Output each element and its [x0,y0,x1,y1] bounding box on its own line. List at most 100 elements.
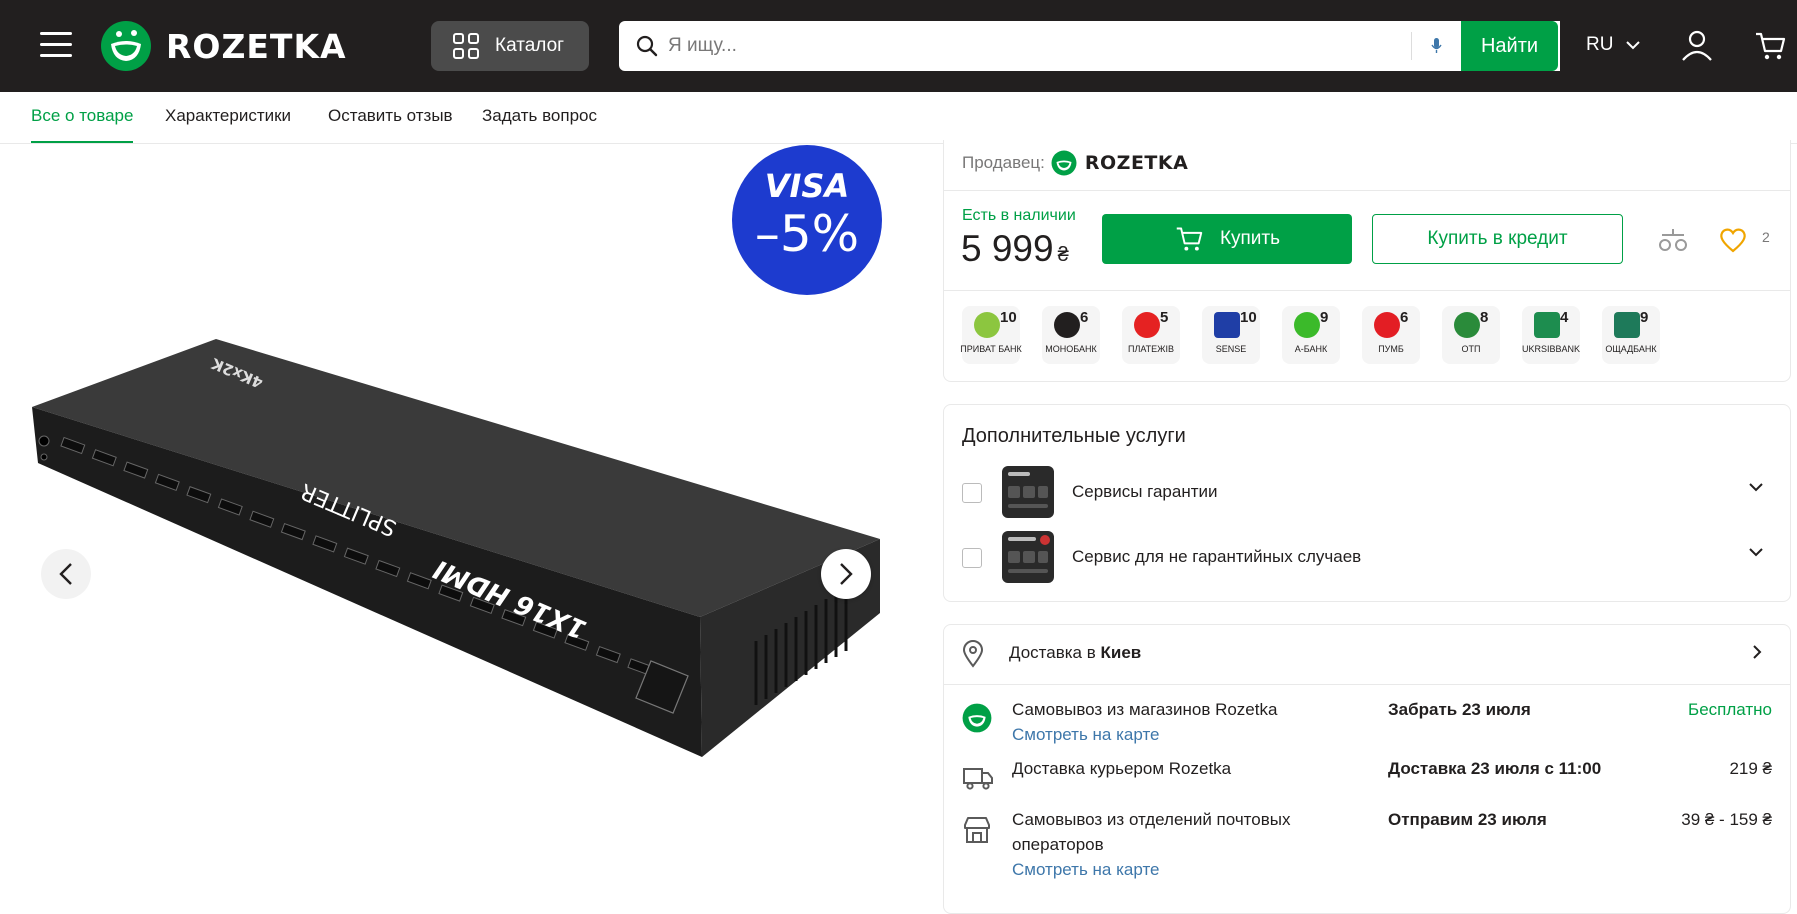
delivery-option-name: Самовывоз из магазинов Rozetka Смотреть … [1012,697,1322,747]
view-on-map-link[interactable]: Смотреть на карте [1012,857,1322,882]
delivery-city-selector[interactable]: Доставка в Киев [962,638,1772,672]
bank-name: ОЩАДБАНК [1605,344,1657,354]
delivery-city-text: Доставка в Киев [1009,643,1141,663]
bank-tile[interactable]: 5 ПЛАТЕЖІВ [1122,306,1180,364]
cart-icon[interactable] [1754,30,1786,62]
delivery-option-cost: 219 ₴ [1729,759,1772,778]
delivery-city: Киев [1100,643,1142,662]
service-row[interactable]: Сервис для не гарантийных случаев [962,531,1772,583]
service-row[interactable]: Сервисы гарантии [962,466,1772,518]
seller-label: Продавец: [962,153,1045,172]
tab-all-about[interactable]: Все о товаре [31,106,134,143]
delivery-option-title: Доставка курьером Rozetka [1012,759,1232,778]
compare-scales-icon[interactable] [1657,226,1689,254]
chevron-down-icon [1626,41,1641,50]
price-value: 5 999 [961,228,1054,269]
top-header: ROZETKA Каталог Найти RU [0,0,1797,92]
installment-banks-list: 10 ПРИВАТ БАНК 6 МОНОБАНК 5 ПЛАТЕЖІВ 10 SENSE 9 А… [960,306,1682,364]
menu-burger-icon[interactable] [40,32,72,58]
bank-name: SENSE [1215,344,1247,354]
oschadbank-icon [1614,312,1640,338]
delivery-option-date: Забрать 23 июля [1388,700,1531,719]
product-tabs: Все о товаре Характеристики Оставить отз… [0,92,1797,144]
buy-button[interactable]: Купить [1102,214,1352,264]
chevron-down-icon[interactable] [1748,482,1764,492]
search-box [619,21,1560,71]
view-on-map-link[interactable]: Смотреть на карте [1012,722,1322,747]
bank-installments-count: 10 [1000,309,1017,326]
truck-icon [963,768,993,790]
service-checkbox[interactable] [962,483,982,503]
catalog-button[interactable]: Каталог [431,21,589,71]
bank-name: ПРИВАТ БАНК [960,344,1022,354]
seller-row: Продавец: ROZETKA [962,150,1188,176]
heart-favorite-icon[interactable] [1718,226,1748,254]
delivery-option-title: Самовывоз из отделений почтовых оператор… [1012,810,1291,854]
bank-tile[interactable]: 6 ПУМБ [1362,306,1420,364]
delivery-option-name: Доставка курьером Rozetka [1012,756,1322,781]
privatbank-icon [974,312,1000,338]
product-price: 5 999 ₴ [961,228,1069,270]
bank-tile[interactable]: 4 UKRSIBBANK [1522,306,1580,364]
find-button[interactable]: Найти [1461,21,1558,71]
search-input[interactable] [668,21,1418,71]
delivery-option-date: Доставка 23 июля с 11:00 [1388,759,1602,778]
rozetka-logo[interactable]: ROZETKA [100,20,347,72]
catalog-label: Каталог [495,35,565,56]
favorites-count: 2 [1762,229,1770,245]
gallery-next-button[interactable] [821,549,871,599]
service-label: Сервис для не гарантийных случаев [1072,547,1362,566]
bank-tile[interactable]: 6 МОНОБАНК [1042,306,1100,364]
seller-name[interactable]: ROZETKA [1085,152,1188,174]
product-image: 1X16 HDMI SPLITTER 4Kx2K [32,339,880,757]
service-thumbnail [1002,466,1054,518]
rozetka-smile-icon [962,703,992,733]
language-selector[interactable]: RU [1586,34,1641,56]
purchase-divider [943,190,1791,191]
bank-installments-count: 9 [1320,309,1329,326]
bank-name: МОНОБАНК [1045,344,1097,354]
location-pin-icon [962,640,984,668]
bank-name: А-БАНК [1294,344,1328,354]
microphone-icon[interactable] [1429,35,1445,57]
bank-installments-count: 9 [1640,309,1649,326]
buy-in-credit-button[interactable]: Купить в кредит [1372,214,1623,264]
delivery-prefix: Доставка в [1009,643,1096,662]
bank-tile[interactable]: 10 SENSE [1202,306,1260,364]
bank-installments-count: 6 [1080,309,1089,326]
chevron-right-icon [840,563,853,585]
rozetka-smile-icon [1051,150,1077,176]
service-checkbox[interactable] [962,548,982,568]
delivery-option-title: Самовывоз из магазинов Rozetka [1012,700,1278,719]
chevron-right-icon [1753,645,1762,659]
delivery-option-name: Самовывоз из отделений почтовых оператор… [1012,807,1322,882]
bank-tile[interactable]: 10 ПРИВАТ БАНК [960,306,1022,364]
product-gallery: VISA –5% 1X16 HDMI SPLITTER 4Kx2K [0,145,920,897]
bank-installments-count: 5 [1160,309,1169,326]
purchase-divider-2 [943,290,1791,291]
bank-tile[interactable]: 8 ОТП [1442,306,1500,364]
catalog-grid-icon [453,33,479,59]
chevron-down-icon[interactable] [1748,547,1764,557]
user-icon[interactable] [1680,28,1714,62]
tab-leave-review[interactable]: Оставить отзыв [328,106,453,126]
service-thumbnail [1002,531,1054,583]
bank-name: UKRSIBBANK [1521,344,1581,354]
availability-status: Есть в наличии [962,207,1076,224]
services-title: Дополнительные услуги [962,425,1186,447]
tab-ask-question[interactable]: Задать вопрос [482,106,597,126]
cart-icon [1176,227,1203,251]
gallery-prev-button[interactable] [41,549,91,599]
tab-characteristics[interactable]: Характеристики [165,106,291,126]
otp-icon [1454,312,1480,338]
store-icon [964,817,990,843]
ukrsibbank-icon [1534,312,1560,338]
delivery-option-date: Отправим 23 июля [1388,810,1547,829]
bank-installments-count: 6 [1400,309,1409,326]
sense-icon [1214,312,1240,338]
search-divider [1411,32,1412,60]
bank-tile[interactable]: 9 А-БАНК [1282,306,1340,364]
bank-tile[interactable]: 9 ОЩАДБАНК [1602,306,1660,364]
delivery-option-cost: Бесплатно [1688,700,1772,719]
bank-installments-count: 10 [1240,309,1257,326]
